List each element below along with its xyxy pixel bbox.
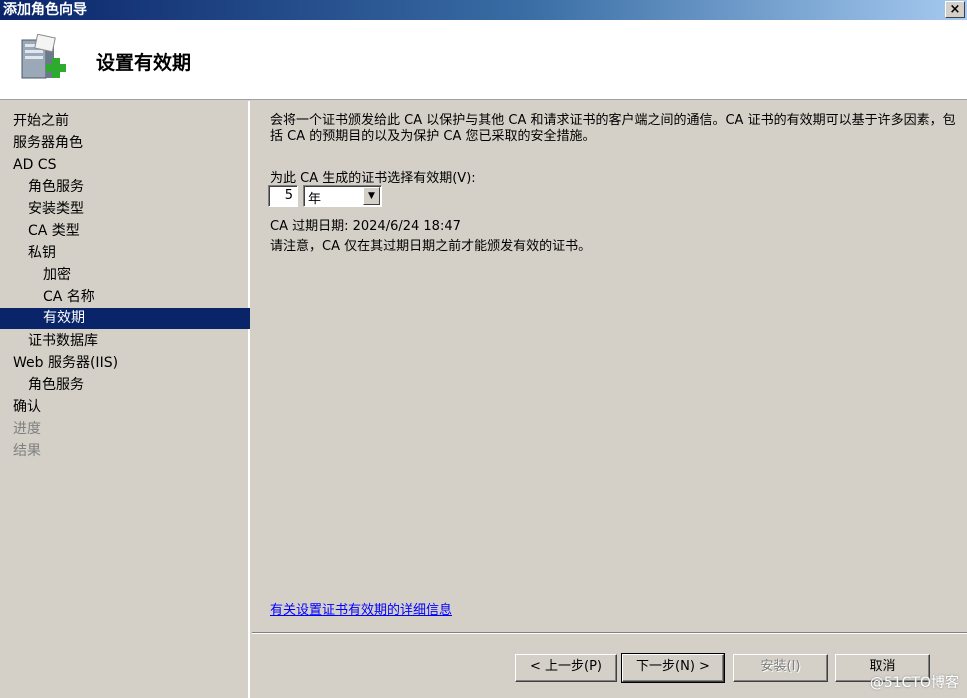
sidebar-item-progress: 进度 <box>13 421 41 437</box>
wizard-steps-sidebar: 开始之前 服务器角色 AD CS 角色服务 安装类型 CA 类型 私钥 加密 C… <box>0 101 250 698</box>
sidebar-item-confirmation[interactable]: 确认 <box>0 396 250 418</box>
footer-divider <box>252 632 967 634</box>
watermark: @51CTO博客 <box>869 675 959 691</box>
sidebar-item-server-roles[interactable]: 服务器角色 <box>0 132 250 154</box>
chevron-down-icon[interactable]: ▼ <box>363 187 380 205</box>
install-button: 安装(I) <box>733 654 828 682</box>
sidebar-item-iis-role-services[interactable]: 角色服务 <box>0 374 250 396</box>
validity-period-input[interactable]: 5 <box>268 185 298 207</box>
back-button[interactable]: < 上一步(P) <box>515 654 617 682</box>
ca-expiration-date: CA 过期日期: 2024/6/24 18:47 <box>270 219 461 234</box>
more-info-link[interactable]: 有关设置证书有效期的详细信息 <box>270 599 452 618</box>
title-bar: 添加角色向导 × <box>0 0 967 20</box>
sidebar-item-cryptography[interactable]: 加密 <box>0 264 250 286</box>
sidebar-item-certificate-database[interactable]: 证书数据库 <box>0 330 250 352</box>
description-text: 会将一个证书颁发给此 CA 以保护与其他 CA 和请求证书的客户端之间的通信。C… <box>270 113 956 144</box>
page-title: 设置有效期 <box>96 52 192 74</box>
sidebar-item-private-key[interactable]: 私钥 <box>0 242 250 264</box>
sidebar-item-results: 结果 <box>13 443 41 459</box>
sidebar-item-setup-type[interactable]: 安装类型 <box>0 198 250 220</box>
window-title: 添加角色向导 <box>3 2 87 18</box>
sidebar-item-before-you-begin[interactable]: 开始之前 <box>0 110 250 132</box>
close-button[interactable]: × <box>945 1 965 18</box>
validity-period-label: 为此 CA 生成的证书选择有效期(V): <box>270 171 476 186</box>
sidebar-item-web-server-iis[interactable]: Web 服务器(IIS) <box>0 352 250 374</box>
server-add-icon <box>21 34 66 79</box>
sidebar-item-ad-cs[interactable]: AD CS <box>0 154 250 176</box>
sidebar-item-validity-period[interactable]: 有效期 <box>0 308 250 329</box>
main-content: 会将一个证书颁发给此 CA 以保护与其他 CA 和请求证书的客户端之间的通信。C… <box>252 101 967 631</box>
expiration-note: 请注意，CA 仅在其过期日期之前才能颁发有效的证书。 <box>270 239 592 254</box>
validity-unit-value: 年 <box>308 192 322 207</box>
validity-unit-select[interactable]: 年 ▼ <box>303 185 382 207</box>
sidebar-item-role-services[interactable]: 角色服务 <box>0 176 250 198</box>
sidebar-item-ca-name[interactable]: CA 名称 <box>0 286 250 308</box>
next-button[interactable]: 下一步(N) > <box>621 653 725 683</box>
wizard-header: 设置有效期 <box>0 20 967 100</box>
sidebar-item-ca-type[interactable]: CA 类型 <box>0 220 250 242</box>
